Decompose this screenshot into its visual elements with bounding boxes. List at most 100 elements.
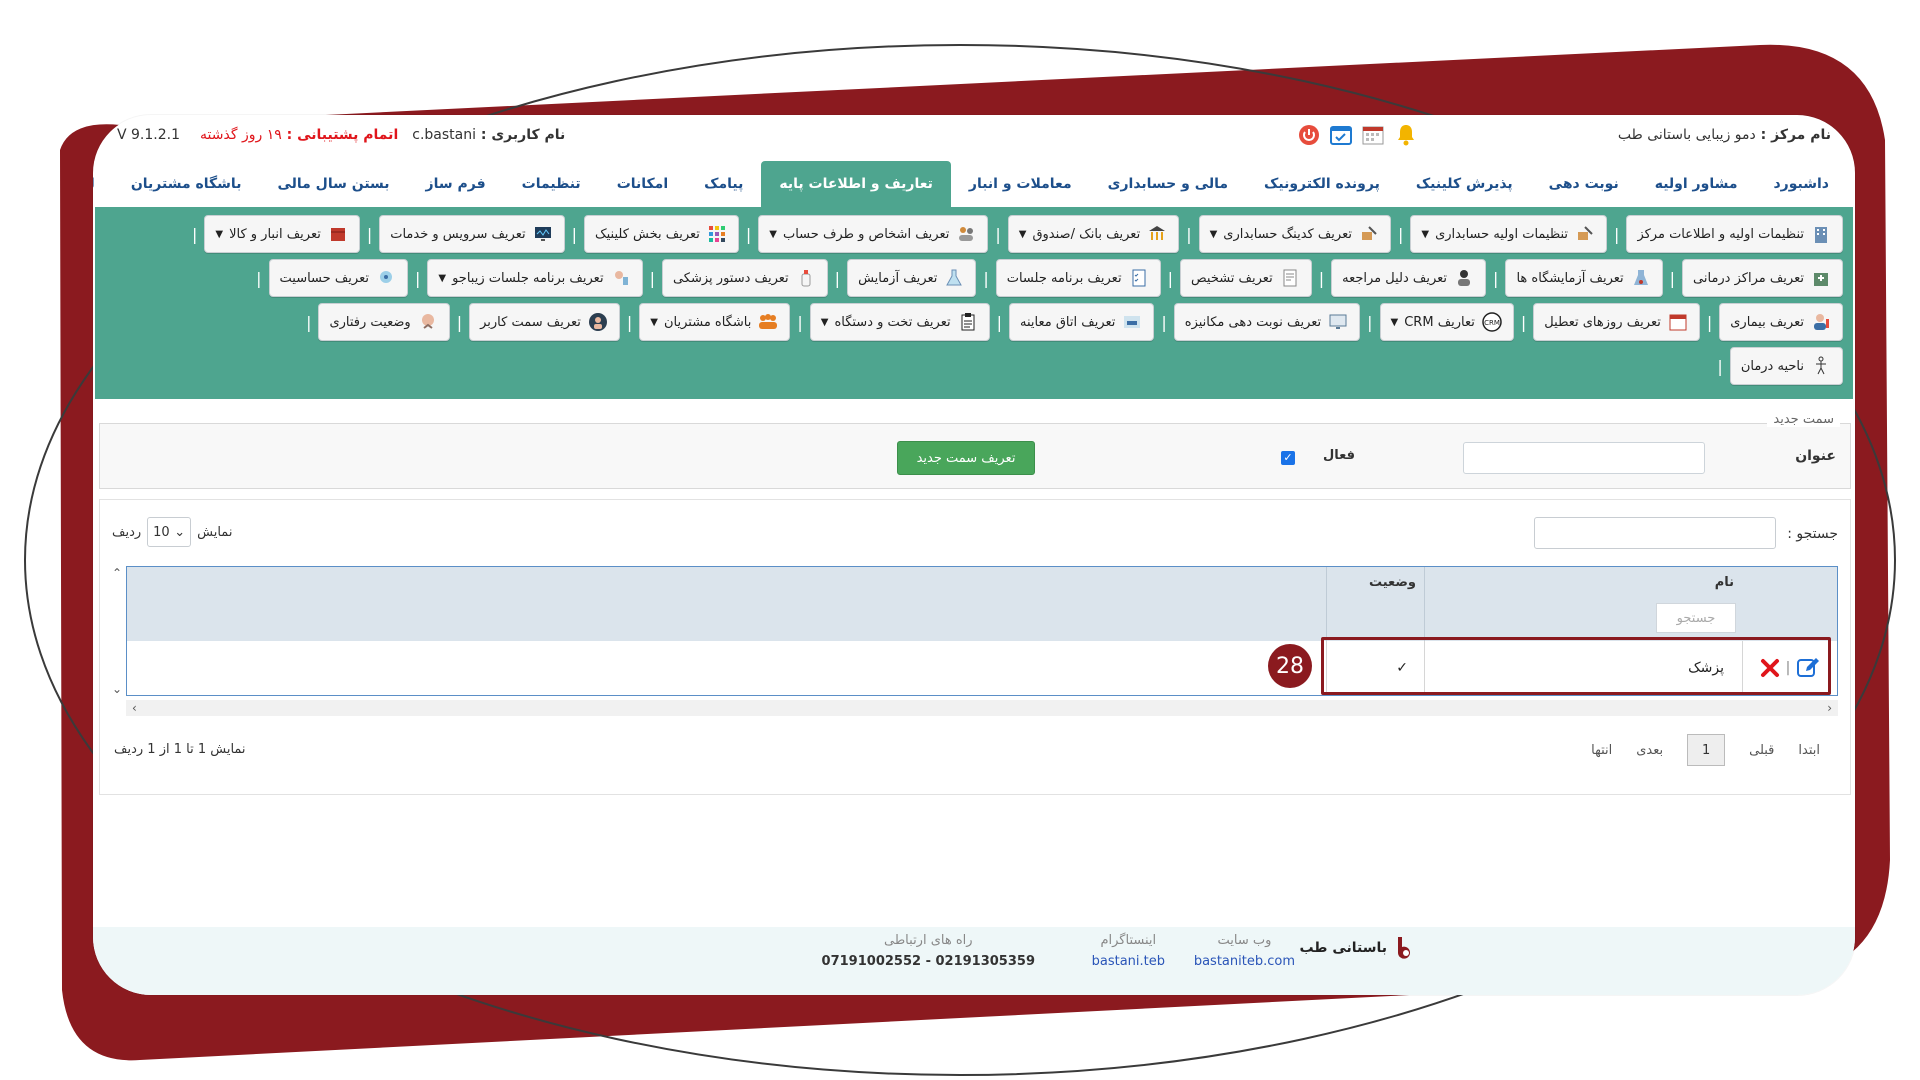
menu-item[interactable]: پرونده الکترونیک: [1246, 161, 1398, 207]
horizontal-scrollbar[interactable]: ‹ ›: [126, 700, 1838, 716]
toolbar-divider: |: [745, 224, 752, 244]
calendar-check-icon[interactable]: [1329, 124, 1352, 146]
bell-icon[interactable]: [1394, 123, 1418, 147]
footer-contact: راه های ارتباطی 07191002552 - 0219130535…: [822, 933, 1035, 969]
beauty-icon: [610, 267, 632, 289]
caret-down-icon: ▼: [215, 228, 224, 240]
menu-item[interactable]: فرم ساز: [408, 161, 504, 207]
toolbar-button[interactable]: باشگاه مشتریان ▼: [639, 303, 791, 341]
cell-name: پزشک: [1424, 641, 1742, 695]
calendar-grid-icon[interactable]: [1362, 124, 1384, 146]
toolbar-button[interactable]: تعریف دستور پزشکی: [661, 259, 828, 297]
toolbar-button-label: تعریف بیماری: [1730, 314, 1804, 330]
toolbar-button[interactable]: تعریف سمت کاربر: [469, 303, 620, 341]
toolbar-button[interactable]: تنظیمات اولیه حسابداری ▼: [1410, 215, 1608, 253]
people-icon: [955, 223, 977, 245]
toolbar-button[interactable]: تعریف کدینگ حسابداری ▼: [1198, 215, 1391, 253]
title-input[interactable]: [1463, 442, 1705, 474]
calendar-icon: [1667, 311, 1689, 333]
toolbar-button[interactable]: تعریف تخت و دستگاه ▼: [809, 303, 990, 341]
grid-icon: [706, 223, 728, 245]
caret-down-icon: ▼: [1421, 228, 1430, 240]
caret-down-icon: ▼: [1390, 316, 1399, 328]
toolbar-button[interactable]: تعریف روزهای تعطیل: [1533, 303, 1700, 341]
toolbar-button[interactable]: تعریف تشخیص: [1179, 259, 1312, 297]
patient-icon: [1810, 311, 1832, 333]
brand-logo-icon: [1398, 937, 1410, 959]
toolbar-divider: |: [414, 268, 421, 288]
toolbar-button[interactable]: تعریف برنامه جلسات: [995, 259, 1161, 297]
length-suffix: ردیف: [112, 524, 142, 540]
menu-item[interactable]: معاملات و انبار: [951, 161, 1090, 207]
toolbar-button-label: تعریف اشخاص و طرف حساب: [782, 226, 950, 242]
toolbar-button[interactable]: وضعیت رفتاری: [318, 303, 450, 341]
toolbar-button[interactable]: تعریف انبار و کالا ▼: [204, 215, 360, 253]
panel-legend: سمت جدید: [1767, 412, 1840, 427]
toolbar-button[interactable]: تعریف دلیل مراجعه: [1331, 259, 1487, 297]
page-length-select[interactable]: 10 ⌄: [147, 517, 192, 547]
toolbar-button[interactable]: تعریف بیماری: [1719, 303, 1843, 341]
toolbar-divider: |: [797, 312, 803, 332]
menu-item[interactable]: تعاریف و اطلاعات پایه: [761, 161, 951, 207]
toolbar-button[interactable]: تعریف بخش کلینیک: [584, 215, 739, 253]
toolbar-button[interactable]: تعریف برنامه جلسات زیباجو ▼: [427, 259, 643, 297]
toolbar-button[interactable]: تعریف حساسیت: [268, 259, 408, 297]
menu-item[interactable]: داشبورد: [1756, 161, 1848, 207]
menu-item[interactable]: باشگاه مشتریان: [113, 161, 260, 207]
search-input[interactable]: [1534, 517, 1776, 549]
toolbar-button[interactable]: تعریف آزمایش: [847, 259, 977, 297]
toolbar-divider: |: [1669, 268, 1676, 288]
toolbar-divider: |: [834, 268, 841, 288]
top-bar: نام مرکز : دمو زیبایی باستانی طب نام کار…: [93, 115, 1855, 155]
username: نام کاربری : c.bastani: [412, 127, 566, 143]
toolbar-button[interactable]: تعریف اشخاص و طرف حساب ▼: [758, 215, 989, 253]
instagram-link[interactable]: bastani.teb: [1092, 954, 1165, 969]
toolbar-button[interactable]: تعریف مراکز درمانی: [1682, 259, 1843, 297]
caret-down-icon: ▼: [438, 272, 447, 284]
toolbar-button[interactable]: تعریف آزمایشگاه ها: [1505, 259, 1663, 297]
vertical-scrollbar[interactable]: ⌃ ⌄: [110, 566, 124, 696]
menu-item[interactable]: لیست ماژول ها: [93, 161, 113, 207]
toolbar-button-label: تعریف بخش کلینیک: [595, 226, 700, 242]
toolbar-button[interactable]: تعریف نوبت دهی مکانیزه: [1173, 303, 1361, 341]
active-checkbox[interactable]: ✓: [1281, 451, 1295, 465]
page-prev[interactable]: قبلی: [1749, 743, 1774, 758]
toolbar-button[interactable]: تعریف بانک /صندوق ▼: [1007, 215, 1180, 253]
menu-item[interactable]: امکانات: [599, 161, 686, 207]
toolbar-row: ناحیه درمان |: [105, 347, 1843, 385]
column-status[interactable]: وضعیت: [1326, 567, 1424, 641]
toolbar-button[interactable]: ناحیه درمان: [1729, 347, 1843, 385]
column-name[interactable]: نام جستجو: [1424, 567, 1742, 641]
toolbar-button[interactable]: CRM تعاریف CRM ▼: [1379, 303, 1514, 341]
delete-icon[interactable]: [1760, 658, 1780, 678]
toolbar-divider: |: [995, 224, 1001, 244]
create-role-button[interactable]: تعریف سمت جدید: [897, 441, 1035, 475]
menu-item[interactable]: مالی و حسابداری: [1090, 161, 1246, 207]
menu-item[interactable]: بستن سال مالی: [259, 161, 407, 207]
chevron-up-icon[interactable]: ⌃: [112, 566, 122, 580]
toolbar-button[interactable]: تعریف اتاق معاینه: [1008, 303, 1155, 341]
toolbar-button[interactable]: تنظیمات اولیه و اطلاعات مرکز: [1626, 215, 1843, 253]
page-next[interactable]: بعدی: [1636, 743, 1663, 758]
chevron-right-icon[interactable]: ›: [132, 701, 137, 715]
menu-item[interactable]: پذیرش کلینیک: [1398, 161, 1531, 207]
menu-item[interactable]: مشاور اولیه: [1637, 161, 1756, 207]
power-icon[interactable]: [1298, 124, 1320, 146]
page-current[interactable]: 1: [1687, 734, 1726, 766]
name-filter-input[interactable]: جستجو: [1656, 603, 1736, 633]
menu-item[interactable]: تنظیمات: [504, 161, 599, 207]
chevron-left-icon[interactable]: ‹: [1827, 701, 1832, 715]
toolbar-button-label: تعریف تخت و دستگاه: [834, 314, 951, 330]
menu-item[interactable]: نوبت دهی: [1531, 161, 1637, 207]
screen-icon: [1327, 311, 1349, 333]
toolbar-row: تعریف مراکز درمانی | تعریف آزمایشگاه ها | تع…: [105, 259, 1843, 297]
edit-icon[interactable]: [1796, 656, 1820, 680]
page-last[interactable]: انتها: [1591, 743, 1612, 758]
website-link[interactable]: bastaniteb.com: [1194, 954, 1295, 969]
page-first[interactable]: ابتدا: [1798, 743, 1820, 758]
brand-name: باستانی طب: [1299, 940, 1387, 956]
toolbar-button[interactable]: تعریف سرویس و خدمات: [379, 215, 565, 253]
chevron-down-icon[interactable]: ⌄: [112, 682, 122, 696]
menu-item[interactable]: پیامک: [686, 161, 761, 207]
behavior-icon: [417, 311, 439, 333]
